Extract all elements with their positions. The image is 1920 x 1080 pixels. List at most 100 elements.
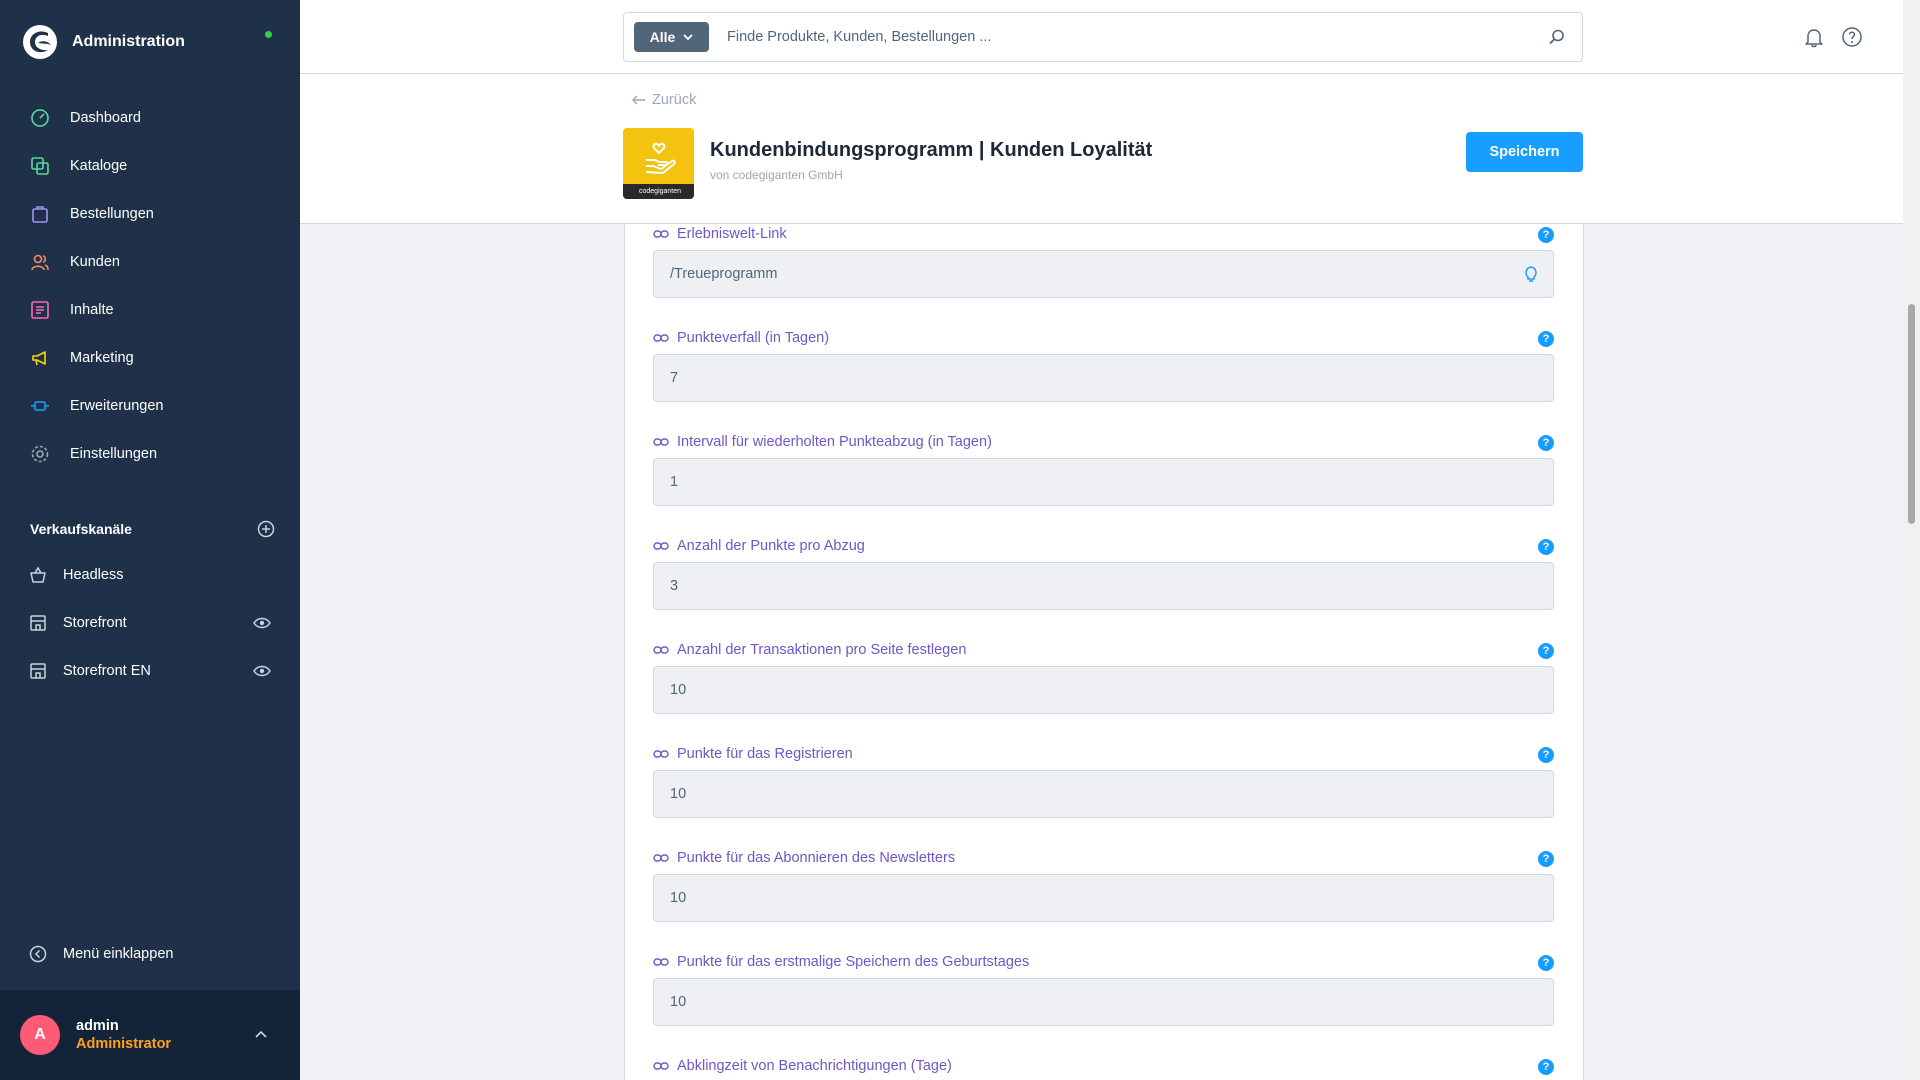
input-value: 3 bbox=[670, 578, 679, 594]
config-input[interactable]: 10 bbox=[653, 666, 1554, 714]
plugin-icon: codegiganten bbox=[623, 128, 694, 199]
main-nav: Dashboard Kataloge Bestellungen Kunden I… bbox=[0, 94, 300, 478]
user-name: admin bbox=[76, 1018, 119, 1034]
config-input[interactable]: 10 bbox=[653, 874, 1554, 922]
back-label: Zurück bbox=[652, 92, 697, 108]
help-icon[interactable]: ? bbox=[1538, 1059, 1554, 1075]
help-icon[interactable]: ? bbox=[1538, 539, 1554, 555]
input-value: 10 bbox=[670, 994, 687, 1010]
nav-item-inhalte[interactable]: Inhalte bbox=[0, 286, 300, 334]
sales-channel-headless[interactable]: Headless bbox=[0, 551, 300, 599]
plugin-vendor-strip: codegiganten bbox=[623, 184, 694, 199]
search-input[interactable] bbox=[727, 29, 1548, 45]
inherit-link-icon[interactable] bbox=[653, 437, 669, 447]
dashboard-icon bbox=[29, 107, 51, 129]
input-value: 10 bbox=[670, 682, 687, 698]
help-icon[interactable]: ? bbox=[1538, 435, 1554, 451]
nav-label: Einstellungen bbox=[70, 446, 158, 462]
input-value: 7 bbox=[670, 370, 679, 386]
nav-label: Inhalte bbox=[70, 302, 114, 318]
config-input[interactable]: 7 bbox=[653, 354, 1554, 402]
sales-channels-title: Verkaufskanäle bbox=[30, 521, 132, 537]
nav-item-bestellungen[interactable]: Bestellungen bbox=[0, 190, 300, 238]
config-field: Anzahl der Transaktionen pro Seite festl… bbox=[653, 640, 1554, 714]
input-value: /Treueprogramm bbox=[670, 266, 778, 282]
user-role: Administrator bbox=[76, 1036, 172, 1052]
scrollbar-thumb[interactable] bbox=[1908, 304, 1915, 524]
config-input[interactable]: 3 bbox=[653, 562, 1554, 610]
field-label-text: Punkte für das Abonnieren des Newsletter… bbox=[677, 850, 956, 866]
back-link[interactable]: Zurück bbox=[632, 92, 696, 108]
help-icon[interactable]: ? bbox=[1538, 851, 1554, 867]
config-input[interactable]: 10 bbox=[653, 978, 1554, 1026]
field-label-text: Abklingzeit von Benachrichtigungen (Tage… bbox=[677, 1058, 952, 1074]
nav-item-kataloge[interactable]: Kataloge bbox=[0, 142, 300, 190]
help-icon[interactable]: ? bbox=[1538, 227, 1554, 243]
config-input[interactable]: 10 bbox=[653, 770, 1554, 818]
plug-icon bbox=[29, 395, 51, 417]
storefront-icon bbox=[30, 615, 46, 631]
config-field: Intervall für wiederholten Punkteabzug (… bbox=[653, 432, 1554, 506]
nav-item-einstellungen[interactable]: Einstellungen bbox=[0, 430, 300, 478]
search-type-select[interactable]: Alle bbox=[634, 22, 709, 52]
config-field: Anzahl der Punkte pro Abzug ? 3 bbox=[653, 536, 1554, 610]
config-input[interactable]: 1 bbox=[653, 458, 1554, 506]
sales-channel-storefront-en[interactable]: Storefront EN bbox=[0, 647, 300, 695]
sales-channel-storefront[interactable]: Storefront bbox=[0, 599, 300, 647]
help-icon[interactable]: ? bbox=[1538, 331, 1554, 347]
collapse-menu-button[interactable]: Menü einklappen bbox=[29, 945, 173, 963]
inherit-link-icon[interactable] bbox=[653, 333, 669, 343]
avatar: A bbox=[20, 1015, 60, 1055]
inherit-link-icon[interactable] bbox=[653, 1061, 669, 1071]
header-actions bbox=[1803, 26, 1863, 48]
help-icon[interactable]: ? bbox=[1538, 643, 1554, 659]
nav-item-marketing[interactable]: Marketing bbox=[0, 334, 300, 382]
arrow-left-icon bbox=[632, 95, 645, 105]
save-button[interactable]: Speichern bbox=[1466, 132, 1583, 172]
nav-label: Erweiterungen bbox=[70, 398, 164, 414]
page-scrollbar[interactable] bbox=[1903, 0, 1920, 1080]
inherit-link-icon[interactable] bbox=[653, 229, 669, 239]
top-bar: Alle bbox=[300, 0, 1903, 74]
add-sales-channel-icon[interactable] bbox=[257, 520, 275, 538]
field-label: Punkte für das Abonnieren des Newsletter… bbox=[653, 848, 1554, 868]
search-icon[interactable] bbox=[1548, 28, 1566, 46]
help-icon[interactable]: ? bbox=[1538, 747, 1554, 763]
inherit-link-icon[interactable] bbox=[653, 853, 669, 863]
inherit-link-icon[interactable] bbox=[653, 957, 669, 967]
field-label: Anzahl der Transaktionen pro Seite festl… bbox=[653, 640, 1554, 660]
nav-item-dashboard[interactable]: Dashboard bbox=[0, 94, 300, 142]
field-label: Punkte für das erstmalige Speichern des … bbox=[653, 952, 1554, 972]
eye-icon[interactable] bbox=[253, 665, 271, 677]
chevron-up-icon[interactable] bbox=[255, 1030, 267, 1038]
nav-item-erweiterungen[interactable]: Erweiterungen bbox=[0, 382, 300, 430]
config-input[interactable]: /Treueprogramm bbox=[653, 250, 1554, 298]
nav-label: Bestellungen bbox=[70, 206, 154, 222]
megaphone-icon bbox=[29, 347, 51, 369]
nav-item-kunden[interactable]: Kunden bbox=[0, 238, 300, 286]
help-icon[interactable]: ? bbox=[1538, 955, 1554, 971]
bell-icon[interactable] bbox=[1803, 26, 1825, 48]
sales-channel-label: Storefront EN bbox=[63, 663, 151, 679]
brand[interactable]: Administration bbox=[22, 22, 185, 62]
lightbulb-icon[interactable] bbox=[1523, 265, 1539, 283]
catalog-icon bbox=[29, 155, 51, 177]
config-field: Abklingzeit von Benachrichtigungen (Tage… bbox=[653, 1056, 1554, 1076]
storefront-icon bbox=[30, 663, 46, 679]
inherit-link-icon[interactable] bbox=[653, 645, 669, 655]
chevron-down-icon bbox=[683, 33, 693, 40]
eye-icon[interactable] bbox=[253, 617, 271, 629]
chevron-left-circle-icon bbox=[29, 945, 47, 963]
field-label-text: Anzahl der Punkte pro Abzug bbox=[677, 538, 865, 554]
inherit-link-icon[interactable] bbox=[653, 541, 669, 551]
help-circle-icon[interactable] bbox=[1841, 26, 1863, 48]
input-value: 1 bbox=[670, 474, 679, 490]
basket-icon bbox=[30, 566, 46, 583]
inherit-link-icon[interactable] bbox=[653, 749, 669, 759]
field-label: Anzahl der Punkte pro Abzug bbox=[653, 536, 1554, 556]
sales-channel-list: Headless Storefront Storefront EN bbox=[0, 551, 300, 695]
user-menu[interactable]: A admin Administrator bbox=[0, 990, 300, 1080]
nav-label: Marketing bbox=[70, 350, 134, 366]
config-field: Punkteverfall (in Tagen) ? 7 bbox=[653, 328, 1554, 402]
shopware-logo-icon bbox=[23, 25, 57, 59]
